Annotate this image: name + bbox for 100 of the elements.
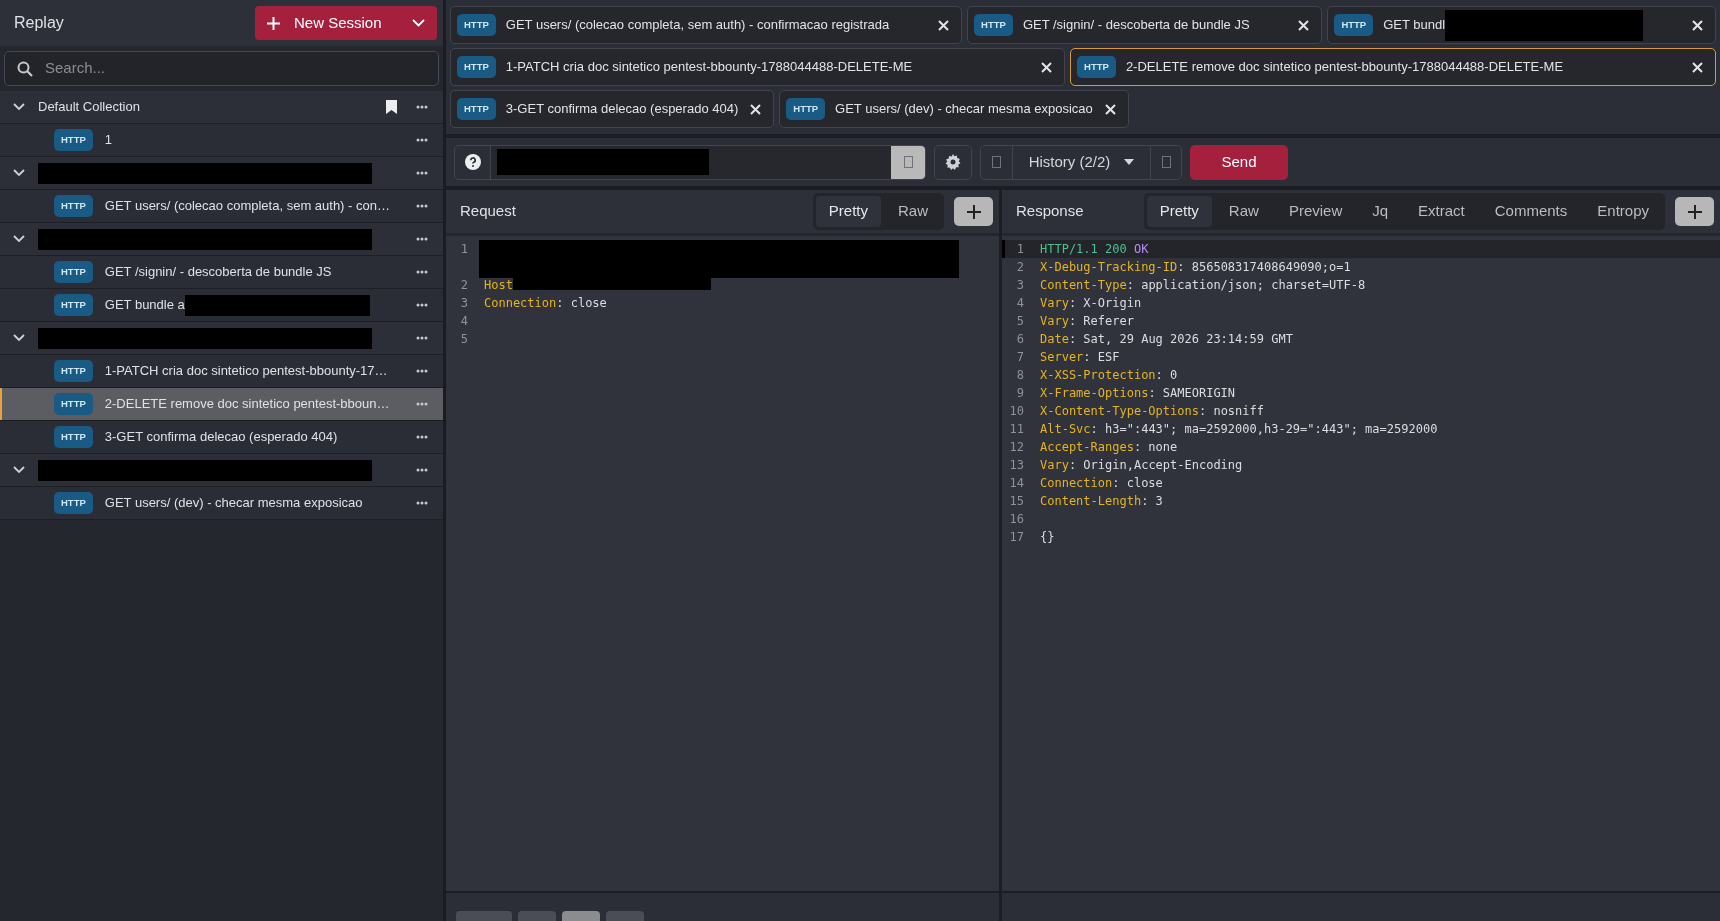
code-text: : nosniff	[1198, 403, 1264, 420]
line-number: 5	[1015, 313, 1025, 330]
tab-label: 1-PATCH cria doc sintetico pentest-bbounty-1788044488-DELETE-ME	[505, 58, 913, 77]
tab-label: 2-DELETE remove doc sintetico pentest-bbounty-1788044488-DELETE-ME	[1125, 58, 1564, 77]
search-box[interactable]: Search...	[4, 51, 439, 86]
session-tab[interactable]: HTTP 3-GET confirma delecao (esperado 404)	[450, 90, 775, 128]
code-text: : Referer	[1068, 313, 1134, 330]
chevron-icon[interactable]	[13, 103, 25, 111]
add-button[interactable]	[1675, 197, 1714, 226]
line-number: 13	[1008, 457, 1025, 474]
panel-title: Replay	[14, 13, 64, 33]
view-tab[interactable]: Pretty	[815, 196, 881, 227]
session-tab[interactable]: HTTP GET users/ (dev) - checar mesma exposicao	[779, 90, 1129, 128]
view-tab[interactable]: Comments	[1481, 196, 1581, 227]
line-number: 16	[1008, 511, 1025, 528]
url-field[interactable]	[491, 145, 891, 179]
close-button[interactable]	[1296, 19, 1312, 31]
line-number: 2	[459, 277, 469, 294]
protocol-badge: HTTP	[54, 393, 93, 415]
session-tab[interactable]: HTTP 2-DELETE remove doc sintetico pentest-bbounty-1788044488-DELETE-ME	[1070, 48, 1716, 86]
view-tab[interactable]: Extract	[1405, 196, 1478, 227]
session-item[interactable]: HTTP 3-GET confirma delecao (esperado 404)	[0, 421, 443, 454]
code-text: : 3	[1141, 493, 1163, 510]
line-number: 3	[459, 295, 469, 312]
help-icon[interactable]	[464, 154, 481, 170]
code-text: Connection	[1040, 475, 1113, 492]
close-button[interactable]	[1690, 61, 1705, 73]
plus-icon	[966, 204, 981, 219]
session-tab[interactable]: HTTP 1-PATCH cria doc sintetico pentest-bbounty-1788044488-DELETE-ME	[450, 48, 1066, 86]
session-item[interactable]: HTTP GET users/ (colecao completa, sem auth) - con…	[0, 190, 443, 223]
close-button[interactable]	[748, 103, 764, 115]
chevron-icon[interactable]	[13, 235, 25, 243]
code-text: Accept-Ranges	[1040, 439, 1134, 456]
session-item[interactable]: HTTP 1	[0, 124, 443, 157]
session-item[interactable]: HTTP 1-PATCH cria doc sintetico pentest-bbounty-17…	[0, 355, 443, 388]
new-session-button[interactable]: New Session	[255, 6, 437, 40]
line-number: 1	[1015, 241, 1025, 258]
code-text: X-Content-Type-Options	[1040, 403, 1199, 420]
collection-row[interactable]: Default Collection	[0, 91, 443, 124]
code-text: OK	[1132, 241, 1149, 258]
session-item[interactable]: HTTP GET /signin/ - descoberta de bundle JS	[0, 256, 443, 289]
chevron-icon[interactable]	[13, 334, 25, 342]
code-text: : SAMEORIGIN	[1148, 385, 1236, 402]
session-tab[interactable]: HTTP GET bundl	[1327, 6, 1716, 44]
view-tab[interactable]: Jq	[1359, 196, 1402, 227]
protocol-badge: HTTP	[54, 294, 93, 316]
session-item[interactable]: HTTP GET bundle a	[0, 289, 443, 322]
search-icon	[17, 60, 33, 77]
protocol-badge: HTTP	[54, 426, 93, 448]
protocol-badge: HTTP	[54, 129, 93, 151]
code-text: : 0	[1155, 367, 1178, 384]
code-text: : application/json; charset=UTF-8	[1126, 277, 1366, 294]
code-text: : X-Origin	[1068, 295, 1142, 312]
view-tab[interactable]: Entropy	[1584, 196, 1662, 227]
code-text: {}	[1040, 529, 1055, 546]
line-number: 15	[1008, 493, 1025, 510]
bookmark-icon[interactable]	[386, 100, 397, 114]
view-tab[interactable]: Preview	[1275, 196, 1356, 227]
view-tab[interactable]: Raw	[1215, 196, 1272, 227]
session-tab[interactable]: HTTP GET /signin/ - descoberta de bundle JS	[967, 6, 1323, 44]
view-tab[interactable]: Pretty	[1146, 196, 1212, 227]
protocol-badge: HTTP	[54, 492, 93, 514]
view-tab[interactable]: Raw	[885, 196, 941, 227]
protocol-badge: HTTP	[54, 360, 93, 382]
code-text: Date	[1040, 331, 1069, 348]
code-text: Host	[484, 277, 513, 294]
url-action-button[interactable]	[891, 145, 925, 179]
close-button[interactable]	[1102, 103, 1118, 115]
chevron-icon[interactable]	[13, 466, 25, 474]
line-number: 4	[459, 313, 469, 330]
session-item[interactable]: HTTP 2-DELETE remove doc sintetico pentest-bboun…	[0, 388, 443, 421]
close-button[interactable]	[1690, 19, 1705, 31]
tab-label: GET users/ (colecao completa, sem auth) - confirmacao registrada	[505, 16, 890, 35]
protocol-badge: HTTP	[1334, 14, 1374, 36]
session-item[interactable]: HTTP GET users/ (dev) - checar mesma exposicao	[0, 487, 443, 520]
code-text: : ESF	[1083, 349, 1120, 366]
code-text: : h3=":443"; ma=2592000,h3-29=":443"; ma=2592000	[1090, 421, 1438, 438]
line-number: 14	[1008, 475, 1025, 492]
send-button[interactable]: Send	[1190, 144, 1288, 180]
protocol-badge: HTTP	[54, 261, 93, 283]
code-text: X-Debug-Tracking-ID	[1040, 259, 1178, 276]
code-text: Content-Type	[1040, 277, 1127, 294]
code-text: Content-Length	[1040, 493, 1142, 510]
close-button[interactable]	[1039, 61, 1055, 73]
close-button[interactable]	[936, 19, 952, 31]
panel-title: Request	[460, 201, 517, 222]
add-button[interactable]	[954, 197, 993, 226]
line-number: 3	[1015, 277, 1025, 294]
line-number: 1	[459, 241, 469, 258]
tab-label: GET users/ (dev) - checar mesma exposicao	[835, 100, 1093, 119]
url-bar[interactable]	[454, 144, 926, 180]
chevron-icon[interactable]	[13, 169, 25, 177]
code-text: Server	[1040, 349, 1084, 366]
session-tab[interactable]: HTTP GET users/ (colecao completa, sem auth) - confirmacao registrada	[450, 6, 963, 44]
session-label: 1-PATCH cria doc sintetico pentest-bbounty-17…	[104, 362, 388, 381]
search-field[interactable]: Search...	[43, 56, 426, 81]
code-text: : close	[556, 295, 607, 312]
settings-button[interactable]	[934, 144, 972, 180]
square-icon	[1161, 156, 1171, 168]
line-number: 10	[1008, 403, 1025, 420]
